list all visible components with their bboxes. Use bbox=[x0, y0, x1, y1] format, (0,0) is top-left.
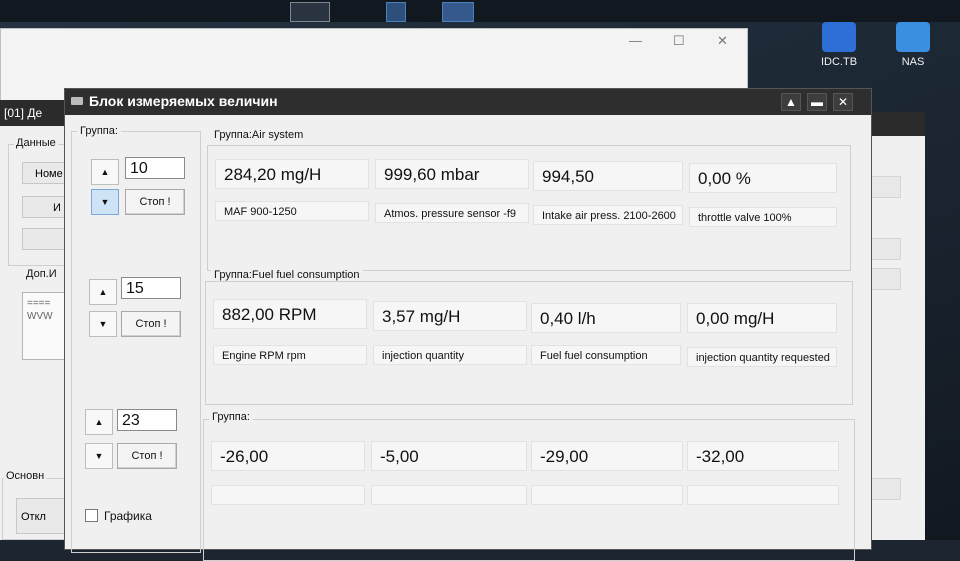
value-description: throttle valve 100% bbox=[689, 207, 837, 227]
group-title: Группа:Fuel fuel consumption bbox=[211, 269, 363, 281]
group-down-button[interactable]: ▼ bbox=[85, 443, 113, 469]
taskbar-app-icon[interactable] bbox=[442, 2, 474, 22]
value-description: injection quantity requested bbox=[687, 347, 837, 367]
measured-value: 994,50 bbox=[533, 161, 683, 191]
measured-value: 0,00 mg/H bbox=[687, 303, 837, 333]
maximize-icon[interactable]: ☐ bbox=[673, 33, 685, 49]
window-menu-icon[interactable] bbox=[71, 97, 83, 105]
stop-button[interactable]: Стоп ! bbox=[121, 311, 181, 337]
value-description: Engine RPM rpm bbox=[213, 345, 367, 365]
measured-value: -5,00 bbox=[371, 441, 527, 471]
group-down-button[interactable]: ▼ bbox=[91, 189, 119, 215]
graph-checkbox-label: Графика bbox=[104, 509, 152, 523]
value-description: Fuel fuel consumption bbox=[531, 345, 681, 365]
main-group-label: Основн bbox=[4, 470, 47, 482]
window-titlebar[interactable]: Блок измеряемых величин ▲ ▬ ✕ bbox=[65, 89, 871, 115]
measured-value: 284,20 mg/H bbox=[215, 159, 369, 189]
measured-values-window: Блок измеряемых величин ▲ ▬ ✕ Группа: ▲ … bbox=[64, 88, 872, 561]
measured-value: 999,60 mbar bbox=[375, 159, 529, 189]
group-title: Группа: bbox=[209, 411, 253, 423]
group-selector-label: Группа: bbox=[77, 125, 121, 137]
checkbox-box[interactable] bbox=[85, 509, 98, 522]
group-up-button[interactable]: ▲ bbox=[89, 279, 117, 305]
right-window-titlebar bbox=[863, 112, 925, 136]
desktop-icon-nas[interactable]: NAS bbox=[878, 22, 948, 68]
group-up-button[interactable]: ▲ bbox=[85, 409, 113, 435]
desktop-icon-idc[interactable]: IDC.TB bbox=[804, 22, 874, 68]
right-window-field bbox=[869, 238, 901, 260]
stop-button[interactable]: Стоп ! bbox=[125, 189, 185, 215]
group-up-button[interactable]: ▲ bbox=[91, 159, 119, 185]
value-description bbox=[211, 485, 365, 505]
group-title: Группа:Air system bbox=[211, 129, 307, 141]
value-description: Intake air press. 2100-2600 bbox=[533, 205, 683, 225]
value-description bbox=[687, 485, 839, 505]
right-window-field bbox=[869, 176, 901, 198]
right-window-field bbox=[869, 268, 901, 290]
group-number-input[interactable]: 10 bbox=[125, 157, 185, 179]
measured-value: -26,00 bbox=[211, 441, 365, 471]
desktop-icon-label: NAS bbox=[901, 56, 925, 68]
minimize-icon[interactable]: — bbox=[629, 33, 642, 48]
extra-info-label: Доп.И bbox=[24, 268, 59, 280]
right-window-field bbox=[869, 478, 901, 500]
restore-button[interactable]: ▬ bbox=[807, 93, 827, 111]
group-number-input[interactable]: 15 bbox=[121, 277, 181, 299]
measured-value: -32,00 bbox=[687, 441, 839, 471]
idc-app-icon bbox=[822, 22, 856, 52]
top-taskbar bbox=[0, 0, 960, 22]
value-description: MAF 900-1250 bbox=[215, 201, 369, 221]
measured-value: 882,00 RPM bbox=[213, 299, 367, 329]
measured-value: 0,40 l/h bbox=[531, 303, 681, 333]
group-down-button[interactable]: ▼ bbox=[89, 311, 117, 337]
nas-folder-icon bbox=[896, 22, 930, 52]
measured-value: -29,00 bbox=[531, 441, 683, 471]
group-number-input[interactable]: 23 bbox=[117, 409, 177, 431]
desktop-icon-label: IDC.TB bbox=[820, 56, 858, 68]
measured-value: 0,00 % bbox=[689, 163, 837, 193]
data-group-label: Данные bbox=[14, 137, 58, 149]
taskbar-app-icon[interactable] bbox=[386, 2, 406, 22]
taskbar-thumbnail[interactable] bbox=[290, 2, 330, 22]
minimize-button[interactable]: ▲ bbox=[781, 93, 801, 111]
measured-value: 3,57 mg/H bbox=[373, 301, 527, 331]
graph-checkbox[interactable]: Графика bbox=[85, 509, 152, 523]
close-button[interactable]: ✕ bbox=[833, 93, 853, 111]
value-description bbox=[371, 485, 527, 505]
value-description bbox=[531, 485, 683, 505]
window-title: Блок измеряемых величин bbox=[89, 93, 278, 109]
value-description: Atmos. pressure sensor -f9 bbox=[375, 203, 529, 223]
stop-button[interactable]: Стоп ! bbox=[117, 443, 177, 469]
close-icon[interactable]: ✕ bbox=[717, 33, 728, 49]
value-description: injection quantity bbox=[373, 345, 527, 365]
